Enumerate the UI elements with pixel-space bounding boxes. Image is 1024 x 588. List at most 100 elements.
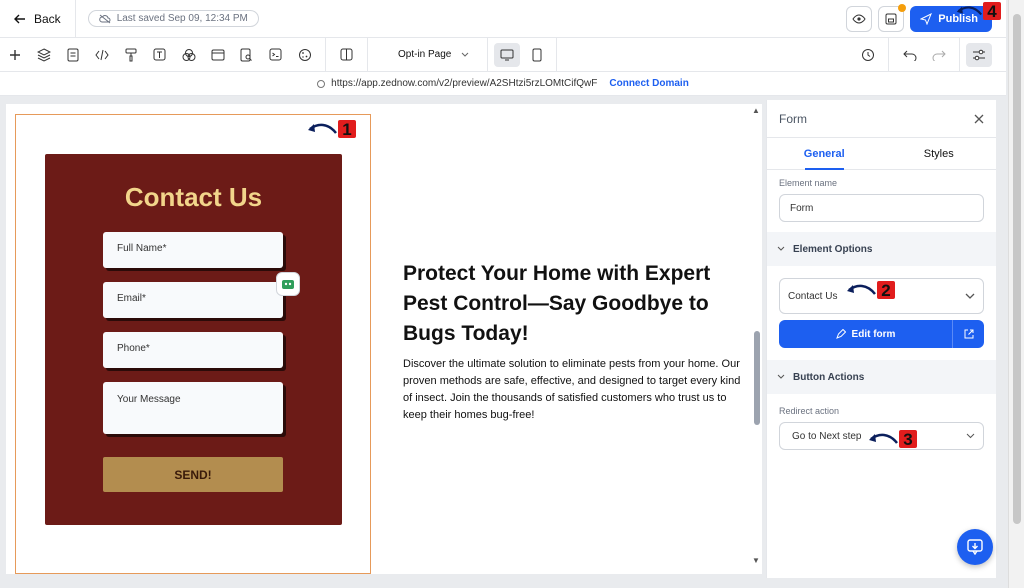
annotation-3: 3 xyxy=(867,430,917,448)
terminal-button[interactable] xyxy=(261,38,290,72)
form-select-value: Contact Us xyxy=(788,290,838,302)
scroll-up-icon[interactable]: ▲ xyxy=(752,106,760,115)
settings-toggle-button[interactable] xyxy=(966,42,992,67)
preview-url[interactable]: https://app.zednow.com/v2/preview/A2SHtz… xyxy=(331,78,597,89)
clock-history-icon xyxy=(861,48,874,61)
canvas-scroll-thumb[interactable] xyxy=(754,331,760,425)
code-button[interactable] xyxy=(87,38,116,72)
desktop-view-button[interactable] xyxy=(494,42,521,67)
top-bar: Back Last saved Sep 09, 12:34 PM Publish xyxy=(0,0,1006,38)
document-icon xyxy=(67,48,78,61)
tab-general[interactable]: General xyxy=(767,138,882,170)
element-widget-button[interactable] xyxy=(276,272,300,296)
text-icon xyxy=(153,48,166,61)
scroll-down-icon[interactable]: ▼ xyxy=(752,556,760,565)
curved-arrow-icon xyxy=(956,6,983,16)
toolbar-divider xyxy=(325,37,326,72)
annotation-number: 4 xyxy=(983,2,1001,20)
annotation-4: 4 xyxy=(955,2,1001,20)
cookie-icon xyxy=(298,48,311,61)
columns-button[interactable] xyxy=(332,38,361,72)
curved-arrow-icon xyxy=(308,123,337,134)
help-chat-button[interactable] xyxy=(957,529,993,565)
columns-icon xyxy=(340,48,353,61)
annotation-number: 1 xyxy=(338,120,356,138)
tab-styles[interactable]: Styles xyxy=(882,138,997,169)
annotation-number: 2 xyxy=(877,281,895,299)
hero-headline: Protect Your Home with Expert Pest Contr… xyxy=(403,262,711,345)
smartphone-icon xyxy=(532,48,542,61)
button-actions-title: Button Actions xyxy=(793,371,865,383)
hero-paragraph: Discover the ultimate solution to elimin… xyxy=(403,358,741,421)
file-search-icon xyxy=(240,48,252,61)
toolbar-divider xyxy=(556,37,558,72)
sliders-icon xyxy=(973,49,985,60)
page-type-select[interactable]: Opt-in Page xyxy=(386,49,481,60)
preview-button[interactable] xyxy=(846,6,873,32)
page-scrollbar[interactable] xyxy=(1008,0,1024,588)
annotation-2: 2 xyxy=(845,281,895,299)
eye-icon xyxy=(852,14,866,24)
page-canvas: Contact Us Full Name* Email* Phone* Your… xyxy=(6,104,762,574)
email-field[interactable]: Email* xyxy=(103,282,283,318)
redo-button[interactable] xyxy=(924,38,953,72)
last-saved-text: Last saved Sep 09, 12:34 PM xyxy=(116,13,248,24)
shapes-icon xyxy=(182,48,195,61)
redirect-value: Go to Next step xyxy=(792,430,862,442)
preview-url-bar: https://app.zednow.com/v2/preview/A2SHtz… xyxy=(0,72,1006,96)
annotation-number: 3 xyxy=(899,430,917,448)
toolbar-divider xyxy=(367,37,368,72)
chevron-down-icon xyxy=(966,433,975,439)
element-name-input[interactable]: Form xyxy=(779,194,984,222)
external-link-icon xyxy=(964,329,973,339)
pencil-icon xyxy=(835,329,846,339)
save-icon xyxy=(885,13,897,25)
add-element-button[interactable] xyxy=(0,38,29,72)
curved-arrow-icon xyxy=(847,284,876,295)
cookie-button[interactable] xyxy=(290,38,319,72)
element-name-label: Element name xyxy=(779,178,838,188)
pages-button[interactable] xyxy=(58,38,87,72)
canvas-scrollbar[interactable]: ▲ ▼ xyxy=(751,104,762,574)
annotation-1: 1 xyxy=(306,120,356,138)
arrow-left-icon xyxy=(14,14,25,23)
redirect-label: Redirect action xyxy=(779,406,840,416)
edit-form-button[interactable]: Edit form xyxy=(779,320,952,348)
chevron-down-icon xyxy=(777,246,785,251)
edit-form-label: Edit form xyxy=(851,328,896,340)
message-field[interactable]: Your Message xyxy=(103,382,283,434)
phone-field[interactable]: Phone* xyxy=(103,332,283,368)
mobile-view-button[interactable] xyxy=(524,43,550,67)
code-icon xyxy=(94,49,109,60)
text-button[interactable] xyxy=(145,38,174,72)
toolbar-divider xyxy=(487,37,489,72)
shapes-button[interactable] xyxy=(174,38,203,72)
curved-arrow-icon xyxy=(869,433,898,444)
chevron-down-icon xyxy=(462,52,469,57)
section-button[interactable] xyxy=(203,38,232,72)
back-button[interactable]: Back xyxy=(0,0,76,37)
button-actions-header[interactable]: Button Actions xyxy=(767,360,996,394)
full-name-field[interactable]: Full Name* xyxy=(103,232,283,268)
panel-title: Form xyxy=(779,111,807,126)
layers-icon xyxy=(36,47,51,62)
element-options-header[interactable]: Element Options xyxy=(767,232,996,266)
contact-form[interactable]: Contact Us Full Name* Email* Phone* Your… xyxy=(45,154,342,525)
paint-button[interactable] xyxy=(116,38,145,72)
connect-domain-link[interactable]: Connect Domain xyxy=(609,78,688,89)
cloud-off-icon xyxy=(98,14,111,23)
history-button[interactable] xyxy=(853,38,882,72)
search-page-button[interactable] xyxy=(232,38,261,72)
send-button[interactable]: SEND! xyxy=(103,457,283,492)
last-saved-badge: Last saved Sep 09, 12:34 PM xyxy=(87,10,259,27)
undo-button[interactable] xyxy=(895,38,924,72)
open-external-button[interactable] xyxy=(952,320,984,348)
layers-button[interactable] xyxy=(29,38,58,72)
status-circle-icon xyxy=(317,79,326,88)
panel-tabs: General Styles xyxy=(767,138,996,170)
page-scroll-thumb[interactable] xyxy=(1013,14,1021,524)
monitor-icon xyxy=(500,49,514,60)
browser-window-icon xyxy=(211,49,224,60)
close-icon[interactable] xyxy=(974,114,984,124)
save-button[interactable] xyxy=(878,4,907,32)
